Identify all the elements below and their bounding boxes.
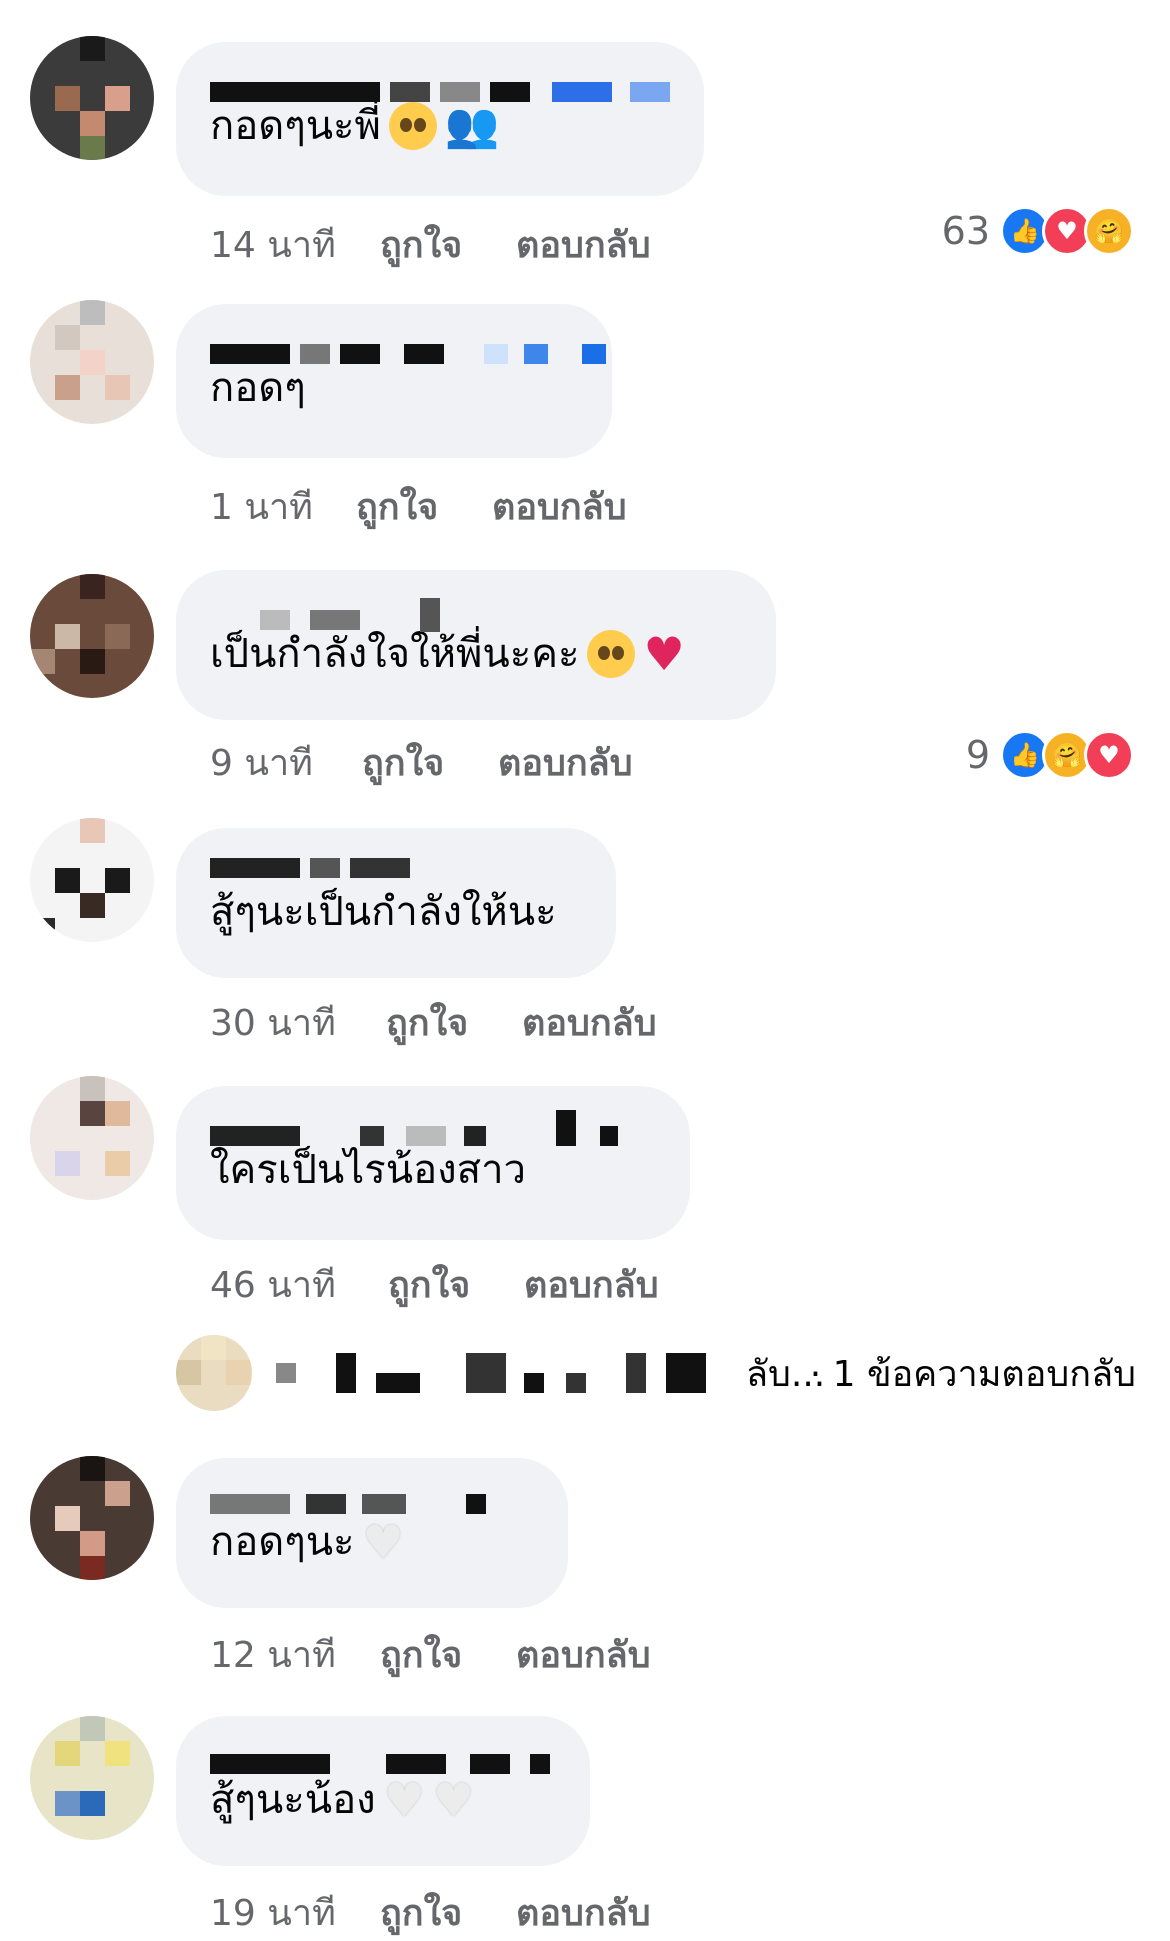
reaction-count: 9 [965, 733, 990, 777]
commenter-name-redacted[interactable] [210, 60, 670, 102]
commenter-avatar[interactable] [30, 1716, 154, 1840]
comment-bubble[interactable]: เป็นกำลังใจให้พี่นะคะ ♥ [176, 570, 776, 720]
reply-button[interactable]: ตอบกลับ [498, 734, 633, 791]
comment-meta: 12 นาที ถูกใจ ตอบกลับ [210, 1626, 651, 1683]
commenter-avatar[interactable] [30, 818, 154, 942]
comment-text: ใครเป็นไรน้องสาว [210, 1147, 527, 1193]
comment-time[interactable]: 1 นาที [210, 478, 356, 535]
reply-button[interactable]: ตอบกลับ [492, 478, 627, 535]
like-button[interactable]: ถูกใจ [356, 478, 492, 535]
comment-time[interactable]: 9 นาที [210, 734, 362, 791]
comment-time[interactable]: 30 นาที [210, 994, 386, 1051]
comment-meta: 46 นาที ถูกใจ ตอบกลับ [210, 1256, 659, 1313]
like-button[interactable]: ถูกใจ [388, 1256, 524, 1313]
comment-text: กอดๆนะพี่ [210, 103, 381, 149]
comment-time[interactable]: 19 นาที [210, 1884, 380, 1941]
comment-bubble[interactable]: กอดๆนะ ♥ [176, 1458, 568, 1608]
comment-text: สู้ๆนะน้อง [210, 1777, 376, 1823]
commenter-avatar[interactable] [30, 574, 154, 698]
commenter-avatar[interactable] [30, 300, 154, 424]
commenter-name-redacted[interactable] [210, 1734, 556, 1774]
reaction-summary[interactable]: 63 👍 ♥ 🤗 [942, 206, 1134, 256]
view-replies-link[interactable]: ลับ... · 1 ข้อความตอบกลับ [176, 1333, 1136, 1413]
pleading-face-icon [388, 102, 437, 150]
comment-bubble[interactable]: ใครเป็นไรน้องสาว [176, 1086, 690, 1240]
white-heart-icon: ♥ [383, 1773, 425, 1827]
white-heart-icon: ♥ [362, 1515, 404, 1569]
reply-preview-redacted [276, 1353, 746, 1393]
comment-meta: 19 นาที ถูกใจ ตอบกลับ [210, 1884, 651, 1941]
care-reaction-icon: 🤗 [1084, 206, 1134, 256]
love-reaction-icon: ♥ [1084, 730, 1134, 780]
comment-meta: 1 นาที ถูกใจ ตอบกลับ [210, 478, 627, 535]
commenter-avatar[interactable] [30, 1456, 154, 1580]
comment-meta: 30 นาที ถูกใจ ตอบกลับ [210, 994, 657, 1051]
commenter-avatar[interactable] [30, 36, 154, 160]
commenter-name-redacted[interactable] [210, 588, 742, 632]
commenter-name-redacted[interactable] [210, 1104, 656, 1146]
comment-bubble[interactable]: สู้ๆนะน้อง ♥ ♥ [176, 1716, 590, 1866]
like-button[interactable]: ถูกใจ [380, 1626, 516, 1683]
commenter-name-redacted[interactable] [210, 322, 606, 364]
reaction-summary[interactable]: 9 👍 🤗 ♥ [966, 730, 1134, 780]
comment-bubble[interactable]: กอดๆ [176, 304, 612, 458]
comment-meta: 14 นาที ถูกใจ ตอบกลับ [210, 216, 651, 273]
reply-button[interactable]: ตอบกลับ [524, 1256, 659, 1313]
comment-time[interactable]: 46 นาที [210, 1256, 388, 1313]
comment-bubble[interactable]: สู้ๆนะเป็นกำลังให้นะ [176, 828, 616, 978]
like-button[interactable]: ถูกใจ [362, 734, 498, 791]
reply-button[interactable]: ตอบกลับ [516, 1884, 651, 1941]
like-button[interactable]: ถูกใจ [380, 1884, 516, 1941]
people-hugging-icon: 👥 [444, 100, 500, 151]
red-heart-icon: ♥ [643, 627, 685, 681]
reaction-count: 63 [941, 209, 990, 253]
commenter-name-redacted[interactable] [210, 1476, 534, 1516]
commenter-avatar[interactable] [30, 1076, 154, 1200]
white-heart-icon: ♥ [432, 1773, 475, 1827]
commenter-name-redacted[interactable] [210, 846, 582, 886]
comment-bubble[interactable]: กอดๆนะพี่ 👥 [176, 42, 704, 196]
reply-button[interactable]: ตอบกลับ [516, 216, 651, 273]
reply-author-avatar [176, 1335, 252, 1411]
reply-button[interactable]: ตอบกลับ [516, 1626, 651, 1683]
reply-count-text[interactable]: · 1 ข้อความตอบกลับ [810, 1345, 1136, 1402]
comment-text: เป็นกำลังใจให้พี่นะคะ [210, 631, 580, 677]
comment-time[interactable]: 14 นาที [210, 216, 380, 273]
comment-time[interactable]: 12 นาที [210, 1626, 380, 1683]
comment-text: สู้ๆนะเป็นกำลังให้นะ [210, 889, 557, 935]
comment-meta: 9 นาที ถูกใจ ตอบกลับ [210, 734, 633, 791]
comment-text: กอดๆนะ [210, 1519, 355, 1565]
like-button[interactable]: ถูกใจ [386, 994, 522, 1051]
comment-text: กอดๆ [210, 365, 306, 411]
like-button[interactable]: ถูกใจ [380, 216, 516, 273]
reply-button[interactable]: ตอบกลับ [522, 994, 657, 1051]
pleading-face-icon [587, 630, 636, 678]
